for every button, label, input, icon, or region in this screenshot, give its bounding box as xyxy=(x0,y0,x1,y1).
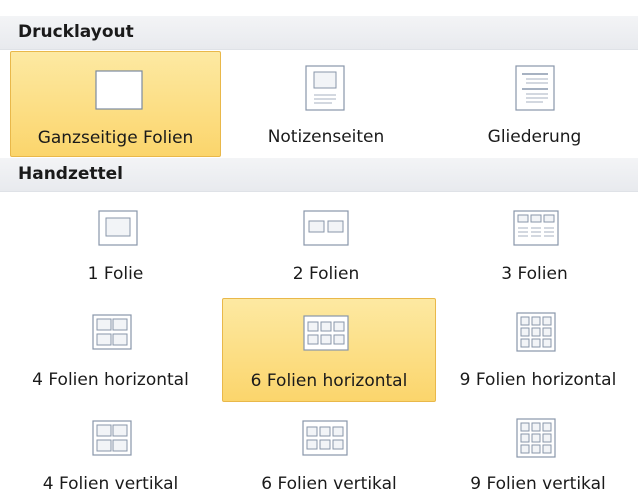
nine-slides-horizontal-icon xyxy=(516,312,556,352)
six-slides-horizontal-icon xyxy=(303,315,349,351)
four-slides-vertical-icon xyxy=(92,420,132,456)
section-header-handzettel: Handzettel xyxy=(0,158,638,192)
option-label: 2 Folien xyxy=(292,264,360,284)
option-notizenseiten[interactable]: Notizenseiten xyxy=(221,51,431,157)
nine-slides-vertical-icon xyxy=(516,418,556,458)
option-label: Notizenseiten xyxy=(267,127,385,147)
section-header-drucklayout: Drucklayout xyxy=(0,16,638,50)
outline-icon xyxy=(515,65,555,111)
option-9-folien-horizontal[interactable]: 9 Folien horizontal xyxy=(438,298,638,402)
notes-page-icon xyxy=(305,65,345,111)
option-label: Ganzseitige Folien xyxy=(37,128,194,148)
option-label: 4 Folien horizontal xyxy=(32,370,189,390)
section-title: Handzettel xyxy=(18,164,124,184)
four-slides-horizontal-icon xyxy=(92,314,132,350)
option-label: 9 Folien horizontal xyxy=(459,370,617,390)
option-ganzseitige-folien[interactable]: Ganzseitige Folien xyxy=(10,51,221,157)
option-1-folie[interactable]: 1 Folie xyxy=(10,196,221,294)
full-page-slide-icon xyxy=(95,70,143,110)
option-gliederung[interactable]: Gliederung xyxy=(431,51,638,157)
option-9-folien-vertikal[interactable]: 9 Folien vertikal xyxy=(438,406,638,499)
option-label: 4 Folien vertikal xyxy=(42,474,179,494)
option-label: 6 Folien vertikal xyxy=(261,474,397,494)
option-label: 6 Folien horizontal xyxy=(250,371,408,391)
option-4-folien-horizontal[interactable]: 4 Folien horizontal xyxy=(0,298,221,402)
section-title: Drucklayout xyxy=(18,22,134,42)
option-6-folien-horizontal[interactable]: 6 Folien horizontal xyxy=(222,298,436,402)
option-3-folien[interactable]: 3 Folien xyxy=(431,196,638,294)
option-4-folien-vertikal[interactable]: 4 Folien vertikal xyxy=(0,406,221,499)
option-6-folien-vertikal[interactable]: 6 Folien vertikal xyxy=(222,406,436,499)
option-label: 9 Folien vertikal xyxy=(470,474,606,494)
option-label: 3 Folien xyxy=(501,264,568,284)
one-slide-icon xyxy=(98,210,138,246)
three-slides-icon xyxy=(513,210,559,246)
option-label: 1 Folie xyxy=(87,264,144,284)
option-label: Gliederung xyxy=(487,127,582,147)
option-2-folien[interactable]: 2 Folien xyxy=(221,196,431,294)
two-slides-icon xyxy=(303,210,349,246)
six-slides-vertical-icon xyxy=(302,420,348,456)
